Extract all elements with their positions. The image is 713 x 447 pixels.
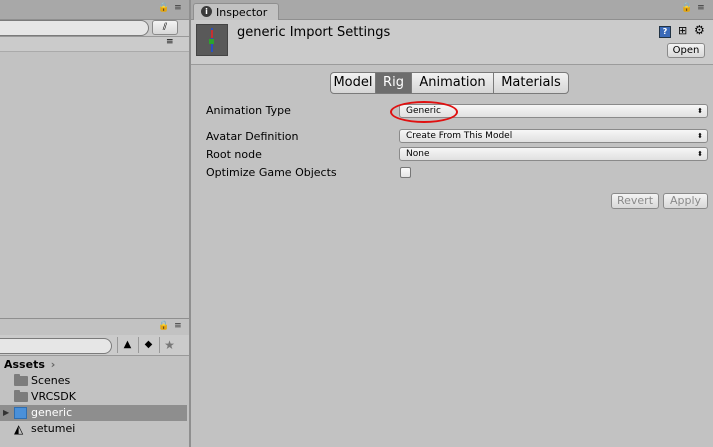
list-item[interactable]: VRCSDK bbox=[0, 389, 187, 405]
inspector-header: generic Import Settings ? ⊞ ⚙ Open bbox=[191, 20, 713, 65]
project-toolbar: ▲ ◆ ★ bbox=[0, 335, 189, 356]
optimize-game-objects-label: Optimize Game Objects bbox=[206, 166, 337, 179]
list-item-label: VRCSDK bbox=[31, 390, 76, 403]
breadcrumb: Assets › bbox=[4, 358, 55, 371]
unity-scene-icon: ◭ bbox=[14, 422, 24, 436]
hierarchy-lock-menu[interactable]: 🔒 ≡ bbox=[158, 3, 183, 13]
root-node-dropdown[interactable]: None ⬍ bbox=[399, 147, 708, 161]
expand-arrow-icon[interactable]: ▶ bbox=[3, 405, 9, 421]
avatar-definition-label: Avatar Definition bbox=[206, 130, 299, 143]
preset-sliders-icon[interactable]: ⊞ bbox=[678, 24, 687, 37]
animation-type-dropdown[interactable]: Generic ⬍ bbox=[399, 104, 708, 118]
project-lock-menu[interactable]: 🔒 ≡ bbox=[158, 321, 183, 331]
axis-origin-icon bbox=[209, 39, 214, 44]
list-item[interactable]: ◭ setumei bbox=[0, 421, 187, 437]
animation-type-value: Generic bbox=[406, 106, 441, 116]
hierarchy-panel: 🔒 ≡ ⫽ ≡ bbox=[0, 0, 189, 318]
open-button[interactable]: Open bbox=[667, 43, 705, 58]
filter-by-label-icon[interactable]: ◆ bbox=[138, 337, 158, 353]
tab-rig[interactable]: Rig bbox=[375, 72, 412, 94]
dropdown-arrow-icon: ⬍ bbox=[697, 132, 703, 140]
asset-thumbnail bbox=[196, 24, 228, 56]
inspector-tabbar: i Inspector 🔒 ≡ bbox=[191, 0, 713, 20]
hierarchy-search-input[interactable] bbox=[0, 20, 149, 36]
hierarchy-tabbar: 🔒 ≡ bbox=[0, 0, 189, 20]
tab-model[interactable]: Model bbox=[330, 72, 376, 94]
dropdown-arrow-icon: ⬍ bbox=[697, 107, 703, 115]
project-panel: 🔒 ≡ ▲ ◆ ★ Assets › Scenes VRCSDK ▶ gener… bbox=[0, 318, 189, 447]
optimize-game-objects-checkbox[interactable] bbox=[400, 167, 411, 178]
tab-inspector-label: Inspector bbox=[216, 6, 268, 19]
list-item-selected[interactable]: ▶ generic bbox=[0, 405, 187, 421]
folder-icon bbox=[14, 374, 28, 386]
apply-button[interactable]: Apply bbox=[663, 193, 708, 209]
import-tabs: Model Rig Animation Materials bbox=[330, 72, 569, 94]
favorite-star-icon[interactable]: ★ bbox=[159, 337, 179, 353]
animation-type-label: Animation Type bbox=[206, 104, 291, 117]
hierarchy-sub-menu-icon[interactable]: ≡ bbox=[166, 37, 174, 47]
avatar-definition-dropdown[interactable]: Create From This Model ⬍ bbox=[399, 129, 708, 143]
list-item-label: setumei bbox=[31, 422, 76, 435]
inspector-lock-menu[interactable]: 🔒 ≡ bbox=[681, 3, 706, 13]
list-item-label: Scenes bbox=[31, 374, 71, 387]
revert-button[interactable]: Revert bbox=[611, 193, 659, 209]
gear-icon[interactable]: ⚙ bbox=[694, 23, 705, 37]
page-title: generic Import Settings bbox=[237, 25, 391, 40]
filter-by-type-icon[interactable]: ▲ bbox=[117, 337, 137, 353]
axis-x-icon bbox=[211, 30, 213, 38]
tab-animation[interactable]: Animation bbox=[411, 72, 494, 94]
project-tabbar: 🔒 ≡ bbox=[0, 319, 189, 335]
project-search-input[interactable] bbox=[0, 338, 112, 354]
hierarchy-toolbar: ⫽ bbox=[0, 20, 189, 37]
help-icon[interactable]: ? bbox=[659, 26, 671, 38]
info-icon: i bbox=[201, 6, 212, 17]
hierarchy-filter-button[interactable]: ⫽ bbox=[152, 20, 178, 35]
tab-inspector[interactable]: i Inspector bbox=[193, 3, 279, 20]
dropdown-arrow-icon: ⬍ bbox=[697, 150, 703, 158]
folder-icon bbox=[14, 390, 28, 402]
breadcrumb-arrow-icon: › bbox=[50, 358, 56, 371]
root-node-value: None bbox=[406, 149, 430, 159]
breadcrumb-assets[interactable]: Assets bbox=[4, 358, 45, 371]
tab-materials[interactable]: Materials bbox=[493, 72, 569, 94]
root-node-label: Root node bbox=[206, 148, 262, 161]
model-prefab-icon bbox=[14, 407, 27, 419]
list-item-label: generic bbox=[31, 406, 73, 419]
list-item[interactable]: Scenes bbox=[0, 373, 187, 389]
hierarchy-subheader: ≡ bbox=[0, 37, 189, 52]
inspector-panel: i Inspector 🔒 ≡ generic Import Settings … bbox=[191, 0, 713, 447]
avatar-definition-value: Create From This Model bbox=[406, 131, 513, 141]
